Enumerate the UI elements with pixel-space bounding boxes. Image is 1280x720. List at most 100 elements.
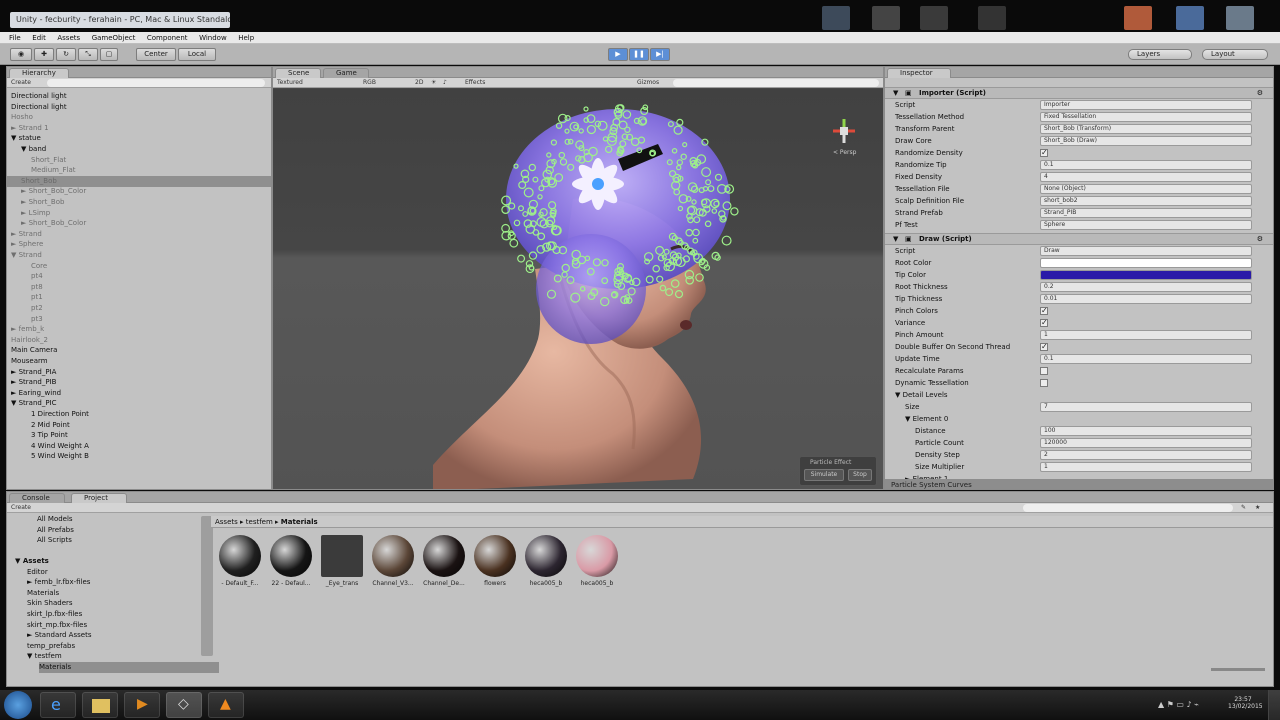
project-folder-item[interactable]: temp_prefabs [27,641,75,652]
hierarchy-item[interactable]: 2 Mid Point [7,420,271,431]
menu-gameobject[interactable]: GameObject [92,32,136,44]
checkbox-checked[interactable] [1040,317,1048,329]
field-value-input[interactable]: Short_Bob (Transform) [1040,124,1252,134]
hierarchy-item[interactable]: ► Earing_wind [7,388,271,399]
project-folder-item[interactable]: Materials [39,662,219,673]
hierarchy-item[interactable]: pt8 [7,282,271,293]
tab-inspector[interactable]: Inspector [887,68,951,78]
taskbar-preview-icon[interactable] [978,6,1006,30]
tab-scene[interactable]: Scene [275,68,321,78]
favorite-star-icon[interactable]: ★ [1255,503,1260,513]
taskbar-preview-icon[interactable] [1124,6,1152,30]
project-folder-item[interactable]: Skin Shaders [27,598,73,609]
menu-window[interactable]: Window [199,32,227,44]
field-value-input[interactable]: Draw [1040,246,1252,256]
project-folder-item[interactable]: ▼ Assets [15,556,49,567]
orientation-gizmo[interactable] [829,115,859,149]
hierarchy-item[interactable]: ► LSimp [7,208,271,219]
menu-edit[interactable]: Edit [32,32,46,44]
stop-button[interactable]: Stop [848,469,872,481]
hierarchy-item[interactable]: ► Strand [7,229,271,240]
clock[interactable]: 23:57 13/02/2015 [1228,696,1263,710]
hierarchy-item[interactable]: pt1 [7,292,271,303]
field-value-input[interactable]: Importer [1040,100,1252,110]
hierarchy-search-input[interactable] [47,79,265,87]
field-value-input[interactable]: short_bob2 [1040,196,1252,206]
field-value-input[interactable]: 1 [1040,330,1252,340]
menu-help[interactable]: Help [238,32,254,44]
field-value-input[interactable]: 2 [1040,450,1252,460]
project-folder-item[interactable]: ► femb_lr.fbx-files [27,577,90,588]
field-value-input[interactable]: 1 [1040,462,1252,472]
field-value-input[interactable]: 0.1 [1040,354,1252,364]
hierarchy-item[interactable]: Short_Flat [7,155,271,166]
hierarchy-item[interactable]: Main Camera [7,345,271,356]
hierarchy-item[interactable]: pt3 [7,314,271,325]
favorite-item[interactable]: All Prefabs [37,525,74,536]
hierarchy-item[interactable]: ► Short_Bob_Color [7,218,271,229]
draw-component-header[interactable]: ▼ ▣ Draw (Script) ⚙ [885,233,1273,245]
field-value-input[interactable]: 0.1 [1040,160,1252,170]
hierarchy-item[interactable]: ► Sphere [7,239,271,250]
project-folder-item[interactable]: Editor [27,567,48,578]
checkbox-checked[interactable] [1040,305,1048,317]
tab-hierarchy[interactable]: Hierarchy [9,68,69,78]
field-value-input[interactable]: Fixed Tessellation [1040,112,1252,122]
layout-dropdown[interactable]: Layout [1202,49,1268,60]
field-value-input[interactable]: 7 [1040,402,1252,412]
project-folder-item[interactable]: skirt_mp.fbx-files [27,620,87,631]
hierarchy-item[interactable]: ▼ Strand_PIC [7,398,271,409]
hierarchy-item[interactable]: ► Strand_PIA [7,367,271,378]
field-value-input[interactable]: 100 [1040,426,1252,436]
checkbox-unchecked[interactable] [1040,379,1048,387]
field-value-input[interactable]: None (Object) [1040,184,1252,194]
hierarchy-item[interactable]: 5 Wind Weight B [7,451,271,462]
hand-tool-button[interactable]: ◉ [10,48,32,61]
simulate-button[interactable]: Simulate [804,469,844,481]
hierarchy-item[interactable]: ▼ band [7,144,271,155]
tab-console[interactable]: Console [9,493,65,503]
hierarchy-item[interactable]: Directional light [7,102,271,113]
taskbar-preview-icon[interactable] [1176,6,1204,30]
hierarchy-item[interactable]: Mousearm [7,356,271,367]
thumbnail-size-slider[interactable] [1211,668,1265,671]
field-value-input[interactable]: 0.01 [1040,294,1252,304]
field-value-input[interactable]: Short_Bob (Draw) [1040,136,1252,146]
checkbox-checked[interactable] [1040,341,1048,353]
start-orb-icon[interactable] [4,691,32,719]
field-value-input[interactable]: 0.2 [1040,282,1252,292]
hierarchy-item[interactable]: ▼ statue [7,133,271,144]
rotate-tool-button[interactable]: ↻ [56,48,76,61]
hierarchy-item[interactable]: Short_Bob [7,175,271,187]
vlc-icon[interactable]: ▲ [208,692,244,718]
taskbar-preview-icon[interactable] [1226,6,1254,30]
favorite-item[interactable]: All Models [37,514,73,525]
breadcrumb-item[interactable]: testfem [246,518,273,526]
pivot-local-button[interactable]: Local [178,48,216,61]
unity-icon[interactable]: ◇ [166,692,202,718]
hierarchy-item[interactable]: Hosho [7,112,271,123]
hierarchy-item[interactable]: Medium_Flat [7,165,271,176]
menu-file[interactable]: File [9,32,21,44]
project-create-button[interactable]: Create [11,504,31,511]
component-settings-gear-icon[interactable]: ⚙ [1257,88,1263,99]
hierarchy-item[interactable]: ► Strand_PIB [7,377,271,388]
importer-component-header[interactable]: ▼ ▣ Importer (Script) ⚙ [885,87,1273,99]
hierarchy-item[interactable]: Directional light [7,91,271,102]
effects-dropdown[interactable]: Effects [465,78,485,88]
shading-mode-dropdown[interactable]: Textured [277,79,303,86]
hierarchy-item[interactable]: ► femb_k [7,324,271,335]
component-settings-gear-icon[interactable]: ⚙ [1257,234,1263,245]
hierarchy-item[interactable]: 3 Tip Point [7,430,271,441]
internet-explorer-icon[interactable]: e [40,692,76,718]
checkbox-unchecked[interactable] [1040,367,1048,375]
move-tool-button[interactable]: ✚ [34,48,54,61]
layers-dropdown[interactable]: Layers [1128,49,1192,60]
taskbar-preview-icon[interactable] [920,6,948,30]
project-folder-item[interactable]: ▼ testfem [27,651,62,662]
tip-color-swatch[interactable] [1040,270,1252,280]
particle-system-curves-bar[interactable]: Particle System Curves [885,479,1273,489]
render-mode-dropdown[interactable]: RGB [363,78,376,88]
menu-component[interactable]: Component [147,32,188,44]
tab-game[interactable]: Game [323,68,369,78]
